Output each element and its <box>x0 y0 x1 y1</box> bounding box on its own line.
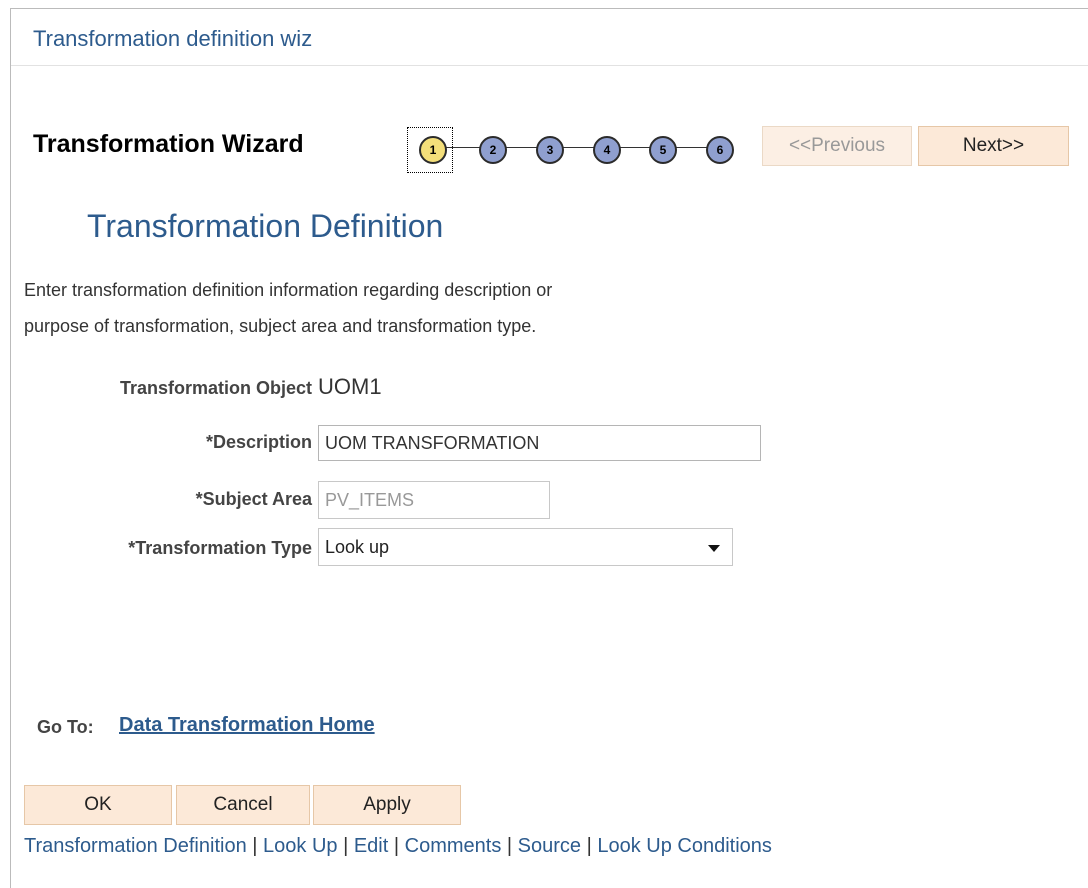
transformation-object-value: UOM1 <box>318 374 382 399</box>
subject-area-input <box>318 481 550 519</box>
instructions-line-1: Enter transformation definition informat… <box>24 280 553 300</box>
link-transformation-definition[interactable]: Transformation Definition <box>24 835 247 857</box>
wizard-step-6[interactable]: 6 <box>706 136 734 164</box>
transformation-object-label: Transformation Object <box>119 378 312 398</box>
link-separator: | <box>586 835 592 857</box>
description-label: *Description <box>205 432 312 452</box>
window-title: Transformation definition wiz <box>33 26 313 51</box>
transformation-type-value: Look up <box>325 536 390 557</box>
instructions-text: Enter transformation definition informat… <box>24 272 784 344</box>
wizard-step-1[interactable]: 1 <box>419 136 447 164</box>
data-transformation-home-link[interactable]: Data Transformation Home <box>119 714 375 737</box>
next-button[interactable]: Next>> <box>918 126 1069 166</box>
link-separator: | <box>393 835 400 857</box>
wizard-title: Transformation Wizard <box>33 130 304 158</box>
cancel-button[interactable]: Cancel <box>176 785 310 825</box>
wizard-step-4[interactable]: 4 <box>593 136 621 164</box>
ok-button[interactable]: OK <box>24 785 172 825</box>
goto-label: Go To: <box>37 717 94 737</box>
link-look-up[interactable]: Look Up <box>263 835 338 857</box>
chevron-down-icon <box>708 545 720 552</box>
wizard-step-2[interactable]: 2 <box>479 136 507 164</box>
link-comments[interactable]: Comments <box>405 835 502 857</box>
apply-button[interactable]: Apply <box>313 785 461 825</box>
link-separator: | <box>343 835 349 857</box>
window-title-bar: Transformation definition wiz <box>11 9 1088 66</box>
page-heading: Transformation Definition <box>87 208 444 244</box>
page-links-bar: Transformation Definition | Look Up | Ed… <box>24 835 772 858</box>
link-separator: | <box>252 835 258 857</box>
description-input[interactable] <box>318 425 761 461</box>
link-edit[interactable]: Edit <box>354 835 388 857</box>
link-separator: | <box>506 835 513 857</box>
wizard-step-3[interactable]: 3 <box>536 136 564 164</box>
wizard-step-indicator: 1 2 3 4 5 6 <box>407 127 747 173</box>
previous-button[interactable]: <<Previous <box>762 126 912 166</box>
link-look-up-conditions[interactable]: Look Up Conditions <box>597 835 772 857</box>
subject-area-label: *Subject Area <box>195 489 312 509</box>
wizard-step-5[interactable]: 5 <box>649 136 677 164</box>
link-source[interactable]: Source <box>518 835 581 857</box>
transformation-type-label: *Transformation Type <box>128 538 312 558</box>
instructions-line-2: purpose of transformation, subject area … <box>24 316 537 336</box>
transformation-type-select[interactable]: Look up <box>318 528 733 566</box>
